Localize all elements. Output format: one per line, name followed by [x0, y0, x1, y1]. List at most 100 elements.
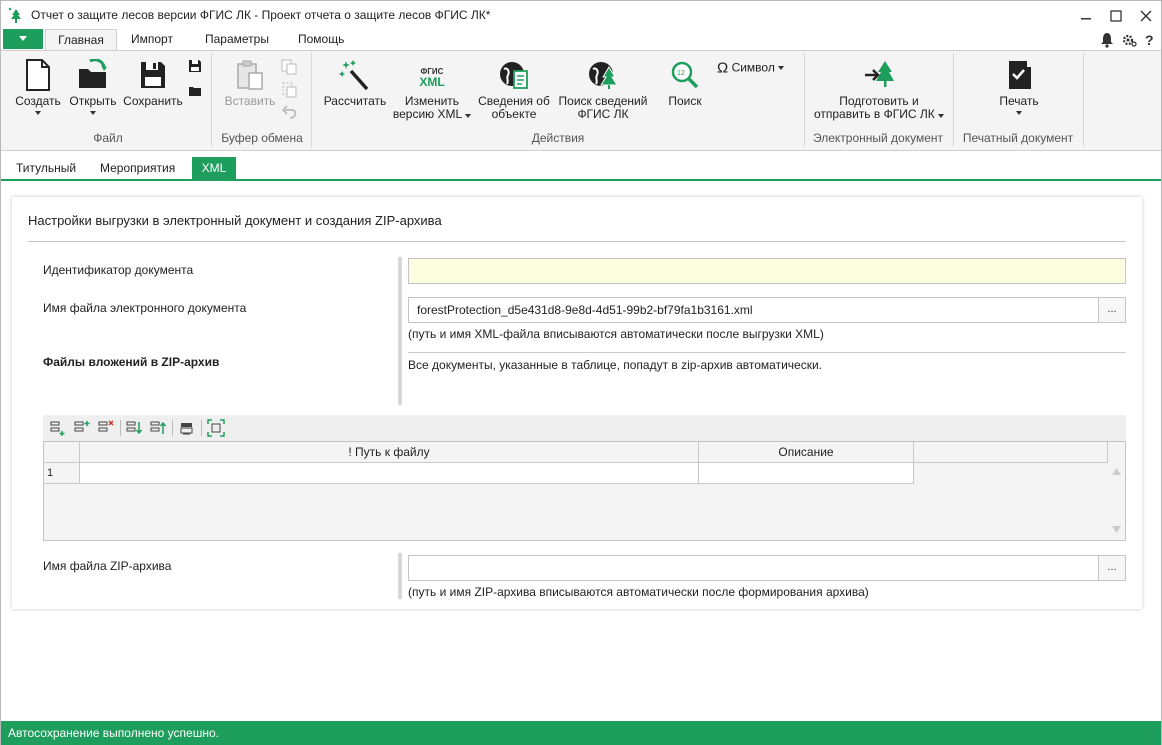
floppy-disk-icon: [141, 62, 165, 88]
toolbar-separator: [172, 420, 173, 436]
window-title: Отчет о защите лесов версии ФГИС ЛК - Пр…: [31, 8, 491, 22]
bell-icon[interactable]: [1099, 32, 1115, 48]
close-icon[interactable]: [1135, 5, 1157, 27]
move-row-up-icon[interactable]: [149, 419, 167, 437]
create-button[interactable]: Создать: [9, 59, 67, 115]
dropdown-arrow-icon: [465, 114, 472, 118]
svg-text:?: ?: [1145, 32, 1154, 48]
clipboard-group-label: Буфер обмена: [221, 131, 303, 145]
scroll-down-icon[interactable]: [1112, 526, 1121, 533]
tab-home[interactable]: Главная: [45, 29, 117, 50]
attachments-toolbar: [43, 415, 1126, 441]
prepare-send-fgis-button[interactable]: Подготовить и отправить в ФГИС ЛК: [809, 59, 949, 121]
attachments-table: ! Путь к файлу Описание 1: [43, 441, 1126, 541]
doc-id-input[interactable]: [408, 258, 1126, 284]
print-button[interactable]: Печать: [989, 59, 1049, 115]
edoc-browse-button[interactable]: ...: [1098, 297, 1126, 323]
zip-filename-input[interactable]: [408, 555, 1099, 581]
edoc-filename-input[interactable]: forestProtection_d5e431d8-9e8d-4d51-99b2…: [408, 297, 1099, 323]
table-corner: [44, 442, 80, 463]
doc-id-label: Идентификатор документа: [43, 263, 194, 277]
edoc-group-label: Электронный документ: [812, 131, 944, 145]
help-question-icon[interactable]: ?: [1143, 32, 1157, 48]
save-as-icon[interactable]: [188, 59, 202, 73]
paste-button[interactable]: Вставить: [219, 59, 281, 108]
column-header-description[interactable]: Описание: [699, 442, 914, 463]
zip-filename-hint: (путь и имя ZIP-архива вписываются автом…: [408, 585, 869, 599]
attachments-note: Все документы, указанные в таблице, попа…: [408, 358, 822, 372]
field-divider: [408, 352, 1126, 353]
scroll-up-icon[interactable]: [1112, 468, 1121, 475]
save-label: Сохранить: [123, 94, 183, 108]
table-scrollbar[interactable]: [1108, 442, 1125, 540]
card-title: Настройки выгрузки в электронный докумен…: [28, 213, 442, 228]
insert-row-icon[interactable]: [73, 419, 91, 437]
tab-activities[interactable]: Мероприятия: [92, 157, 183, 180]
title-bar: Отчет о защите лесов версии ФГИС ЛК - Пр…: [1, 1, 1161, 31]
search-label: Поиск: [668, 94, 702, 108]
copy-icon[interactable]: [281, 59, 297, 75]
move-row-down-icon[interactable]: [125, 419, 143, 437]
xml-badge-text: XML: [419, 75, 445, 89]
edoc-filename-hint: (путь и имя XML-файла вписываются автома…: [408, 327, 824, 341]
print-document-icon: [1009, 61, 1031, 89]
settings-gear-icon[interactable]: [1121, 32, 1137, 48]
tab-title-page[interactable]: Титульный: [8, 157, 84, 180]
column-header-filler: [914, 442, 1108, 463]
dropdown-arrow-icon: [778, 65, 785, 70]
close-document-icon[interactable]: [188, 83, 202, 97]
add-row-icon[interactable]: [49, 419, 67, 437]
app-window: Отчет о защите лесов версии ФГИС ЛК - Пр…: [0, 0, 1162, 745]
change-xml-label-line2: версию XML: [392, 107, 462, 121]
column-header-path[interactable]: ! Путь к файлу: [80, 442, 699, 463]
maximize-icon[interactable]: [1105, 5, 1127, 27]
cut-icon[interactable]: [281, 82, 297, 98]
object-info-button[interactable]: Сведения об объекте: [475, 59, 553, 121]
fgis-xml-icon: ФГИС XML: [391, 59, 473, 95]
prepare-send-label-line1: Подготовить и: [839, 94, 919, 108]
symbol-button[interactable]: Ω Символ: [717, 60, 793, 75]
undo-icon[interactable]: [281, 104, 297, 120]
delete-row-icon[interactable]: [97, 419, 115, 437]
change-xml-label-line1: Изменить: [404, 94, 460, 108]
ribbon-group-separator: [211, 53, 212, 147]
ribbon-panel: Создать Открыть Сохранить Файл Вставить …: [1, 50, 1161, 151]
change-xml-version-button[interactable]: ФГИС XML Изменить версию XML: [391, 59, 473, 121]
object-info-label-line2: объекте: [491, 107, 537, 121]
ribbon-group-separator: [953, 53, 954, 147]
clear-table-icon[interactable]: [178, 419, 196, 437]
field-group-marker: [398, 553, 402, 599]
search-fgis-label-line2: ФГИС ЛК: [577, 107, 629, 121]
status-bar: Автосохранение выполнено успешно.: [1, 721, 1161, 745]
tab-parameters[interactable]: Параметры: [199, 29, 275, 50]
file-group-label: Файл: [93, 131, 123, 145]
cell-description[interactable]: [699, 463, 914, 484]
open-label: Открыть: [69, 94, 117, 108]
search-magnifier-icon: 12: [669, 59, 701, 91]
minimize-icon[interactable]: [1075, 5, 1097, 27]
open-button[interactable]: Открыть: [65, 59, 121, 115]
dropdown-arrow-icon: [1016, 111, 1022, 115]
create-label: Создать: [15, 94, 61, 108]
prepare-send-label-line2: отправить в ФГИС ЛК: [813, 107, 935, 121]
cell-path[interactable]: [80, 463, 699, 484]
save-button[interactable]: Сохранить: [121, 59, 185, 108]
file-menu-button[interactable]: [3, 29, 43, 49]
dropdown-arrow-icon: [19, 36, 27, 41]
magic-wand-icon: [339, 60, 369, 91]
tab-help[interactable]: Помощь: [292, 29, 350, 50]
new-document-icon: [26, 59, 50, 91]
symbol-label: Символ: [731, 60, 775, 75]
tab-import[interactable]: Импорт: [125, 29, 179, 50]
calculate-button[interactable]: Рассчитать: [321, 59, 389, 108]
ribbon-group-separator: [804, 53, 805, 147]
toolbar-separator: [120, 420, 121, 436]
zip-browse-button[interactable]: ...: [1098, 555, 1126, 581]
clipboard-paste-icon: [237, 60, 263, 90]
search-fgis-button[interactable]: Поиск сведений ФГИС ЛК: [555, 59, 651, 121]
search-button[interactable]: 12 Поиск: [661, 59, 709, 108]
globe-tree-icon: [589, 62, 618, 89]
tab-xml[interactable]: XML: [192, 157, 236, 180]
fit-columns-icon[interactable]: [207, 419, 225, 437]
row-number: 1: [44, 463, 80, 484]
